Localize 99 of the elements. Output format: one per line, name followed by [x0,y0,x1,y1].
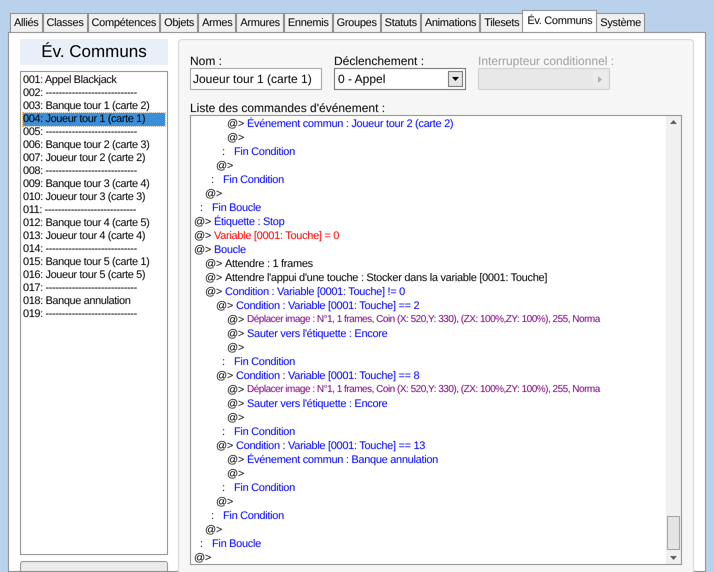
event-item[interactable]: 016: Joueur tour 5 (carte 5) [23,268,165,282]
event-item[interactable]: 013: Joueur tour 4 (carte 4) [23,230,165,243]
command-text: Condition : Variable [0001: Touche] == 8 [236,369,420,383]
command-marker: @> [205,523,222,537]
command-marker: @> [216,299,233,313]
command-text: Sauter vers l'étiquette : Encore [247,327,388,341]
command-marker: @> [227,467,244,481]
command-text: Condition : Variable [0001: Touche] != 0 [225,285,405,299]
block-end-marker: : [222,355,226,369]
command-text: Condition : Variable [0001: Touche] == 13 [236,439,426,453]
command-marker: @> [227,327,244,341]
tab[interactable]: Armures [236,13,284,32]
command-marker: @> [194,551,211,565]
command-text: Fin Boucle [212,201,261,215]
event-item[interactable]: 014: ---------------------------- [23,242,165,256]
event-item[interactable]: 005: ---------------------------- [23,126,165,139]
command-text: Condition : Variable [0001: Touche] == 2 [236,299,420,313]
block-end-marker: : [222,145,226,159]
command-marker: @> [216,439,233,453]
tab[interactable]: Animations [420,13,480,32]
command-marker: @> [216,495,233,509]
event-item[interactable]: 001: Appel Blackjack [23,74,165,87]
command-text: Fin Condition [234,481,295,495]
block-end-marker: : [200,201,204,215]
command-text: Variable [0001: Touche] = 0 [214,229,340,243]
command-text: Attendre l'appui d'une touche : Stocker dans la variable [0001: Touche] [225,271,548,285]
arrow-right-icon [593,71,607,87]
command-marker: @> [227,313,244,327]
scroll-thumb[interactable] [667,516,680,550]
tab[interactable]: Alliés [10,13,42,32]
event-item[interactable]: 018: Banque annulation [23,294,165,308]
event-item[interactable]: 010: Joueur tour 3 (carte 3) [23,190,165,204]
command-text: Boucle [214,243,246,257]
tab[interactable]: Statuts [380,13,421,32]
command-marker: @> [227,453,244,467]
command-text: Fin Condition [234,425,295,439]
event-item[interactable]: 003: Banque tour 1 (carte 2) [23,100,165,113]
command-text: Sauter vers l'étiquette : Encore [247,397,388,411]
command-marker: @> [194,243,211,257]
scroll-up-icon[interactable] [670,120,677,124]
command-marker: @> [216,159,233,173]
block-end-marker: : [200,537,204,551]
tab[interactable]: Ennemis [284,13,333,32]
block-end-marker: : [222,425,226,439]
scroll-down-icon[interactable] [670,556,677,560]
event-item[interactable]: 015: Banque tour 5 (carte 1) [23,256,165,269]
command-text: Déplacer image : N°1, 1 frames, Coin (X: 520,Y: 330), (ZX: 100%,ZY: 100%), 255, Norma [247,383,600,397]
trigger-label: Déclenchement : [334,53,426,68]
command-marker: @> [205,285,222,299]
event-item[interactable]: 011: ---------------------------- [23,204,165,217]
command-marker: @> [216,369,233,383]
event-item[interactable]: 019: ---------------------------- [23,308,165,321]
tab[interactable]: Classes [42,13,88,32]
command-marker: @> [227,383,244,397]
command-marker: @> [205,257,222,271]
event-item[interactable]: 017: ---------------------------- [23,282,165,295]
command-marker: @> [194,229,211,243]
block-end-marker: : [211,509,215,523]
block-end-marker: : [211,173,215,187]
command-marker: @> [227,117,244,131]
tab[interactable]: Tilesets [480,13,524,32]
command-text: Fin Condition [234,145,295,159]
command-marker: @> [227,131,244,145]
tab[interactable]: Groupes [332,13,381,32]
event-item[interactable]: 012: Banque tour 4 (carte 5) [23,216,165,230]
event-item[interactable]: 006: Banque tour 2 (carte 3) [23,138,165,152]
command-text: Fin Condition [223,173,284,187]
event-item[interactable]: 007: Joueur tour 2 (carte 2) [23,152,165,165]
tab[interactable]: Armes [198,13,236,32]
event-item[interactable]: 004: Joueur tour 1 (carte 1) [23,112,165,126]
tab[interactable]: Év. Communs [522,10,598,32]
name-field[interactable]: Joueur tour 1 (carte 1) [190,68,322,90]
trigger-dropdown[interactable]: 0 - Appel [334,68,466,90]
command-marker: @> [227,341,244,355]
event-item[interactable]: 002: ---------------------------- [23,86,165,100]
event-item[interactable]: 008: ---------------------------- [23,164,165,178]
command-marker: @> [227,411,244,425]
panel-title: Év. Communs [20,39,168,65]
command-text: Fin Boucle [212,537,261,551]
block-end-marker: : [222,481,226,495]
command-marker: @> [194,215,211,229]
scrollbar[interactable] [666,116,681,564]
command-marker: @> [227,397,244,411]
command-text: Étiquette : Stop [214,215,284,229]
command-text: Déplacer image : N°1, 1 frames, Coin (X: 520,Y: 330), (ZX: 100%,ZY: 100%), 255, Norma [247,313,600,327]
command-text: Fin Condition [223,509,284,523]
commands-label: Liste des commandes d'événement : [190,100,386,115]
command-text: Fin Condition [234,355,295,369]
command-marker: @> [205,187,222,201]
name-label: Nom : [190,53,224,68]
command-text: Attendre : 1 frames [225,257,313,271]
cut-off-button[interactable] [20,561,168,571]
command-marker: @> [205,271,222,285]
tab[interactable]: Compétences [88,13,160,32]
tab[interactable]: Objets [160,13,198,32]
tab[interactable]: Système [596,13,645,32]
event-item[interactable]: 009: Banque tour 3 (carte 4) [23,178,165,191]
command-text: Événement commun : Joueur tour 2 (carte 2) [247,117,454,131]
command-text: Événement commun : Banque annulation [247,453,438,467]
